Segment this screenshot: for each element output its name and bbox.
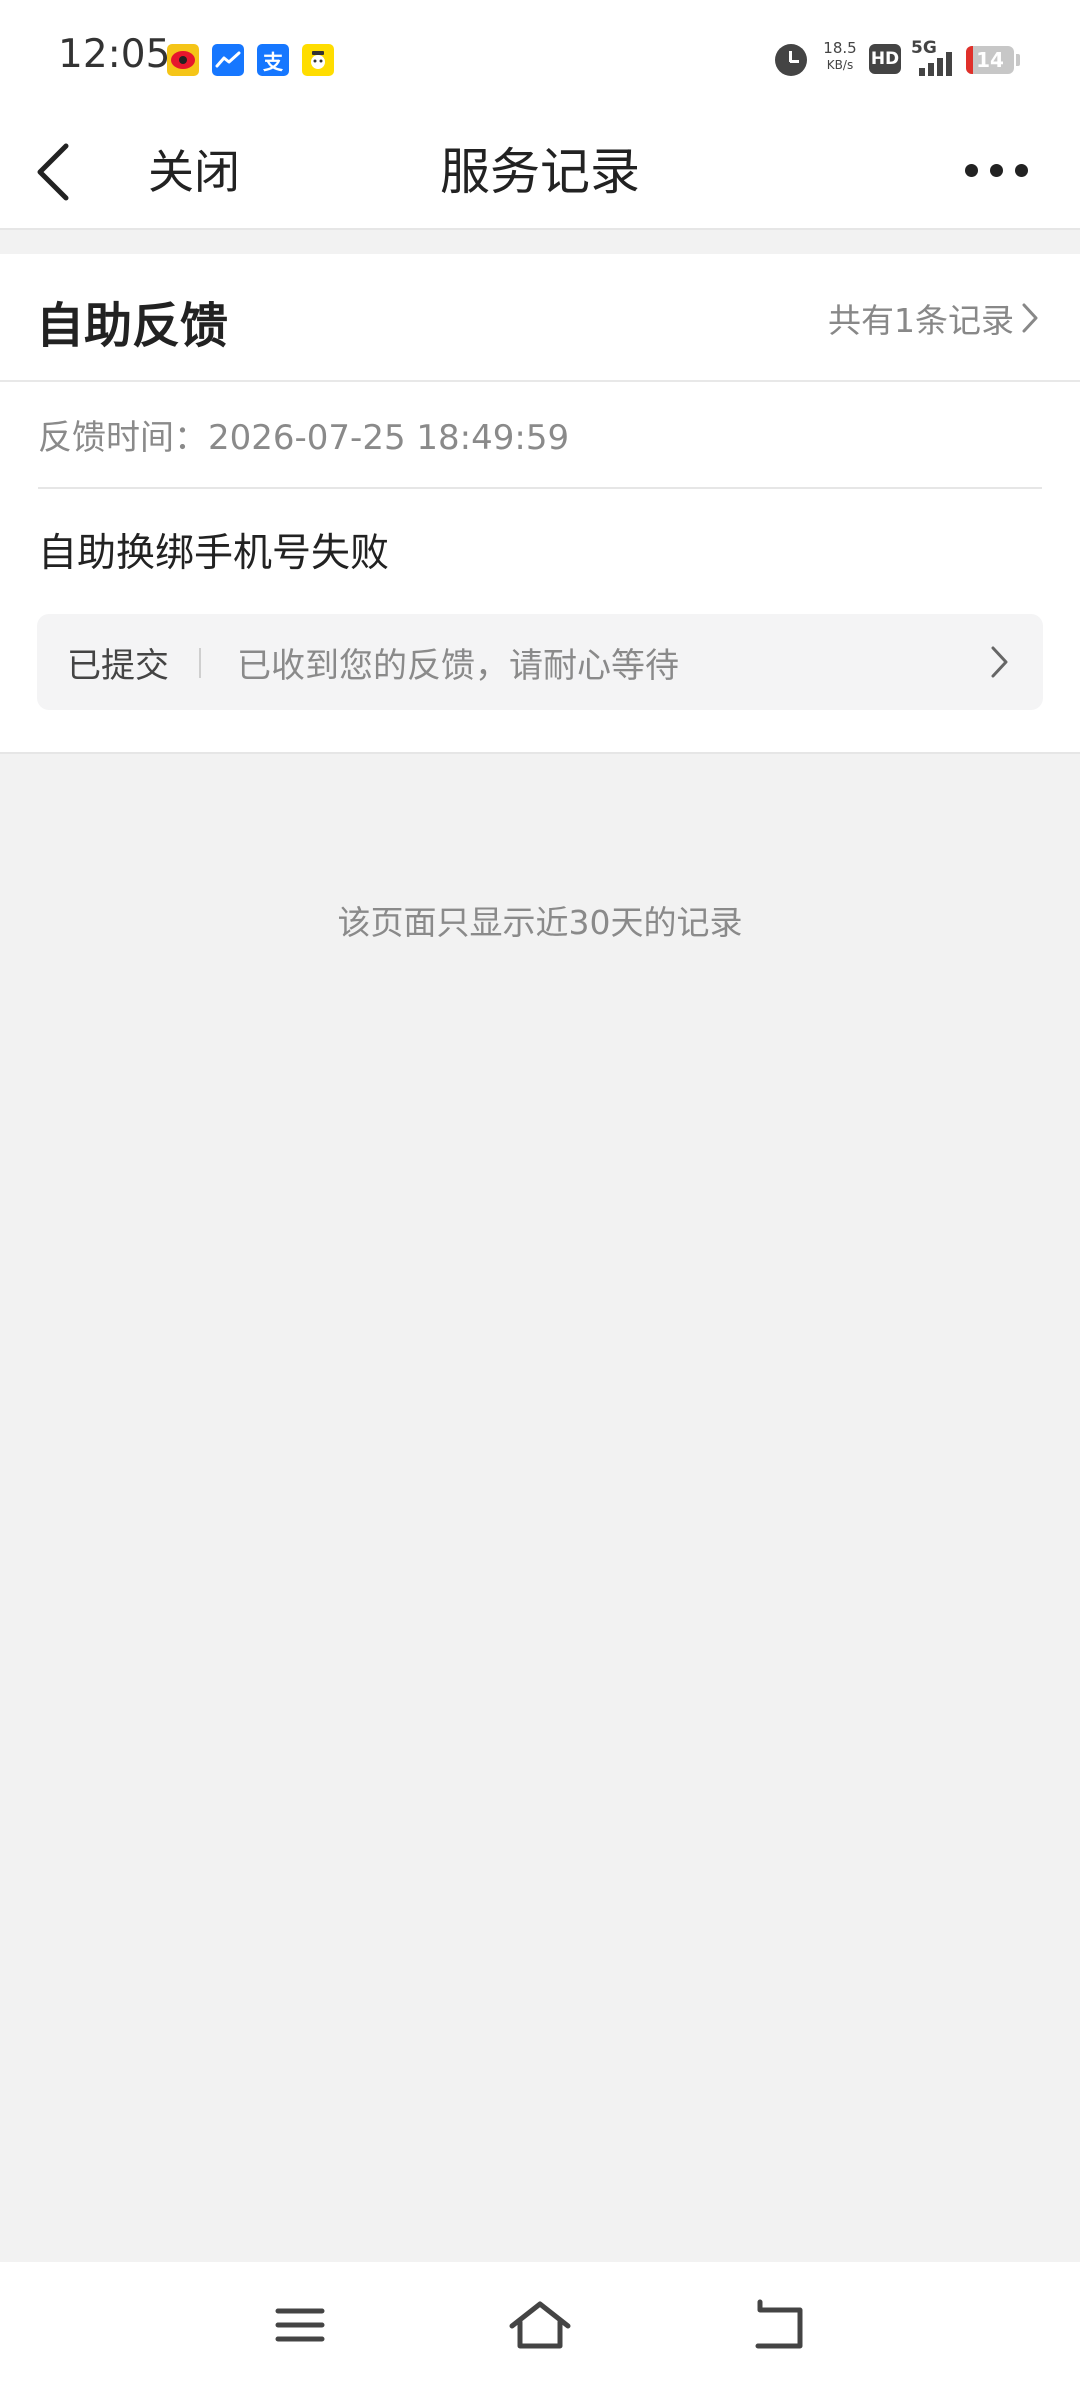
footer-note: 该页面只显示近30天的记录 bbox=[337, 903, 743, 942]
more-dot-icon bbox=[1015, 164, 1028, 177]
alarm-icon bbox=[775, 44, 807, 76]
menu-icon bbox=[275, 2308, 325, 2342]
status-message: 已收到您的反馈，请耐心等待 bbox=[237, 646, 679, 686]
system-nav-bar bbox=[0, 2262, 1080, 2388]
trend-icon bbox=[212, 44, 244, 76]
network-type-label: 5G bbox=[911, 38, 937, 58]
status-bar: 12:05 支 18.5 KB/s HD 5G 14 bbox=[0, 0, 1080, 112]
yellow-app-icon bbox=[302, 44, 334, 76]
status-label: 已提交 bbox=[67, 646, 169, 686]
nav-bar: 关闭 服务记录 bbox=[0, 112, 1080, 230]
more-dot-icon bbox=[990, 164, 1003, 177]
network-speed-unit: KB/s bbox=[826, 58, 854, 72]
record-count-link[interactable]: 共有1条记录 bbox=[828, 294, 1040, 342]
more-button[interactable] bbox=[958, 144, 1038, 196]
back-nav-button[interactable] bbox=[740, 2290, 820, 2360]
network-speed-value: 18.5 bbox=[823, 39, 857, 57]
alipay-icon: 支 bbox=[257, 44, 289, 76]
signal-icon: 5G bbox=[911, 38, 959, 76]
status-separator bbox=[199, 648, 201, 678]
status-time: 12:05 bbox=[58, 32, 171, 77]
battery-cap bbox=[1016, 54, 1020, 66]
divider bbox=[38, 487, 1042, 489]
home-button[interactable] bbox=[500, 2290, 580, 2360]
chevron-right-icon bbox=[1022, 303, 1038, 333]
feedback-time-label: 反馈时间： bbox=[38, 418, 208, 458]
feedback-card: 自助反馈 共有1条记录 反馈时间：2026-07-25 18:49:59 自助换… bbox=[0, 254, 1080, 754]
feedback-status-row[interactable]: 已提交 已收到您的反馈，请耐心等待 bbox=[37, 614, 1043, 710]
page-title: 服务记录 bbox=[440, 143, 640, 201]
home-icon bbox=[509, 2301, 571, 2349]
weibo-icon bbox=[167, 44, 199, 76]
feedback-subject: 自助换绑手机号失败 bbox=[38, 531, 390, 576]
hd-badge: HD bbox=[869, 44, 901, 74]
card-title: 自助反馈 bbox=[36, 298, 229, 354]
menu-button[interactable] bbox=[260, 2290, 340, 2360]
battery-icon: 14 bbox=[966, 46, 1014, 74]
battery-level: 14 bbox=[976, 48, 1004, 72]
return-icon bbox=[755, 2299, 803, 2349]
more-dot-icon bbox=[965, 164, 978, 177]
feedback-time-value: 2026-07-25 18:49:59 bbox=[208, 418, 570, 458]
network-speed: 18.5 KB/s bbox=[818, 40, 862, 74]
card-header: 自助反馈 共有1条记录 bbox=[0, 254, 1080, 382]
feedback-time: 反馈时间：2026-07-25 18:49:59 bbox=[38, 410, 569, 459]
chevron-right-icon bbox=[991, 646, 1008, 678]
record-count-label: 共有1条记录 bbox=[828, 301, 1014, 340]
